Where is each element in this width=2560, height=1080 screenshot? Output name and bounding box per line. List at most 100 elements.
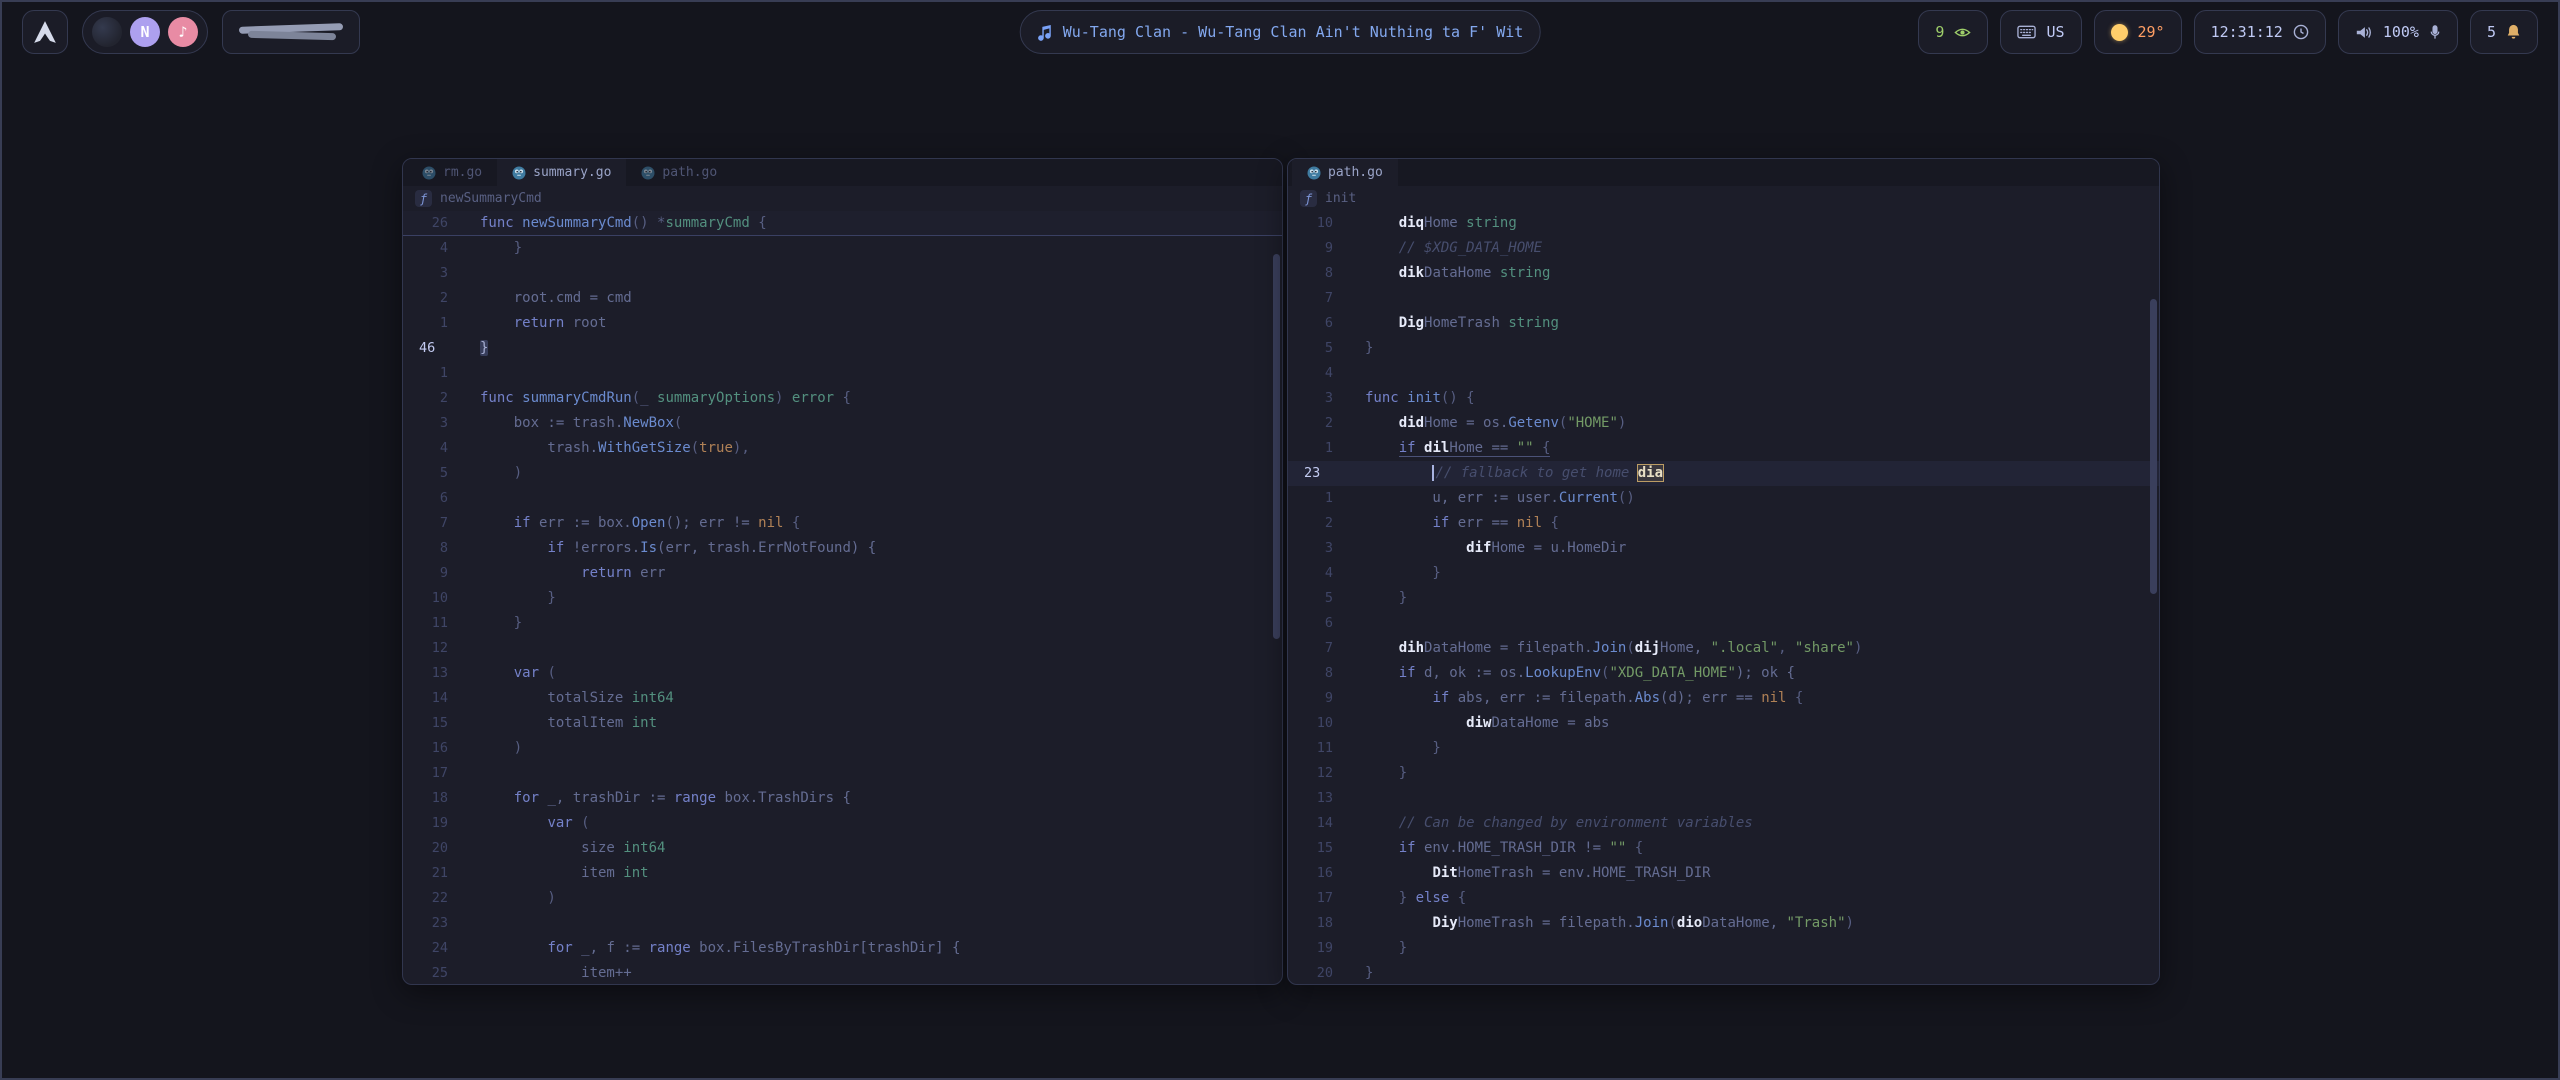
app-icon-2[interactable]: N [130,17,160,47]
line-number: 5 [403,461,465,486]
code-line[interactable]: 2 if err == nil { [1288,511,2159,536]
code-line[interactable]: 11 } [403,611,1282,636]
code-line[interactable]: 9 // $XDG_DATA_HOME [1288,236,2159,261]
scrollbar[interactable] [2150,299,2157,594]
bell-icon [2506,24,2521,40]
line-text: dihDataHome = filepath.Join(dijHome, ".l… [1350,636,2159,661]
code-line[interactable]: 18 for _, trashDir := range box.TrashDir… [403,786,1282,811]
code-line[interactable]: 5} [1288,336,2159,361]
code-line[interactable]: 3 [403,261,1282,286]
code-line[interactable]: 23 // fallback to get home dia [1288,461,2159,486]
context-line[interactable]: 26func newSummaryCmd() *summaryCmd { [403,211,1282,236]
launcher-button[interactable] [22,10,68,54]
line-number: 7 [1288,286,1350,311]
code-line[interactable]: 6 [1288,611,2159,636]
code-line[interactable]: 22 ) [403,886,1282,911]
code-line[interactable]: 1 [403,361,1282,386]
media-player-module[interactable]: Wu-Tang Clan - Wu-Tang Clan Ain't Nuthin… [1020,10,1541,54]
tab-summary.go[interactable]: summary.go [497,159,626,186]
code-line[interactable]: 16 ) [403,736,1282,761]
code-line[interactable]: 19 var ( [403,811,1282,836]
clock-module[interactable]: 12:31:12 [2194,10,2326,54]
eye-icon [1954,24,1971,41]
line-text: item++ [465,961,1282,985]
code-line[interactable]: 11 } [1288,736,2159,761]
code-line[interactable]: 10 diwDataHome = abs [1288,711,2159,736]
code-line[interactable]: 24 for _, f := range box.FilesByTrashDir… [403,936,1282,961]
temperature: 29° [2138,23,2165,41]
eye-count: 9 [1935,23,1944,41]
line-text: } [465,336,1282,361]
line-text [465,261,1282,286]
code-line[interactable]: 18 DiyHomeTrash = filepath.Join(dioDataH… [1288,911,2159,936]
code-line[interactable]: 2 root.cmd = cmd [403,286,1282,311]
code-line[interactable]: 5 } [1288,586,2159,611]
code-line[interactable]: 46} [403,336,1282,361]
line-text: for _, trashDir := range box.TrashDirs { [465,786,1282,811]
code-line[interactable]: 6 DigHomeTrash string [1288,311,2159,336]
code-line[interactable]: 8 if d, ok := os.LookupEnv("XDG_DATA_HOM… [1288,661,2159,686]
code-line[interactable]: 7 dihDataHome = filepath.Join(dijHome, "… [1288,636,2159,661]
code-line[interactable]: 3 difHome = u.HomeDir [1288,536,2159,561]
code-line[interactable]: 9 if abs, err := filepath.Abs(d); err ==… [1288,686,2159,711]
code-area[interactable]: 26func newSummaryCmd() *summaryCmd {4 }3… [403,211,1282,985]
code-line[interactable]: 20} [1288,961,2159,985]
code-line[interactable]: 1 return root [403,311,1282,336]
code-line[interactable]: 13 var ( [403,661,1282,686]
code-line[interactable]: 17 [403,761,1282,786]
code-line[interactable]: 25 item++ [403,961,1282,985]
code-line[interactable]: 4 trash.WithGetSize(true), [403,436,1282,461]
code-line[interactable]: 1 if dilHome == "" { [1288,436,2159,461]
sun-icon [2111,24,2128,41]
code-line[interactable]: 10 } [403,586,1282,611]
app-icon-3[interactable]: ♪ [168,17,198,47]
tab-rm.go[interactable]: rm.go [407,159,497,186]
scrollbar[interactable] [1273,254,1280,639]
line-text: var ( [465,661,1282,686]
code-line[interactable]: 12 [403,636,1282,661]
code-line[interactable]: 12 } [1288,761,2159,786]
code-line[interactable]: 4 } [1288,561,2159,586]
code-line[interactable]: 17 } else { [1288,886,2159,911]
weather-module[interactable]: 29° [2094,10,2182,54]
code-line[interactable]: 14 totalSize int64 [403,686,1282,711]
code-line[interactable]: 16 DitHomeTrash = env.HOME_TRASH_DIR [1288,861,2159,886]
code-line[interactable]: 8 dikDataHome string [1288,261,2159,286]
keyboard-layout-module[interactable]: US [2000,10,2081,54]
tab-path.go[interactable]: path.go [1292,159,1398,186]
redacted-window-title[interactable] [222,10,360,54]
code-line[interactable]: 3func init() { [1288,386,2159,411]
line-text: totalSize int64 [465,686,1282,711]
eye-indicator-module[interactable]: 9 [1918,10,1988,54]
code-line[interactable]: 4 } [403,236,1282,261]
breadcrumb-label: init [1325,191,1356,206]
volume-module[interactable]: 100% [2338,10,2458,54]
code-line[interactable]: 15 totalItem int [403,711,1282,736]
code-line[interactable]: 7 [1288,286,2159,311]
code-line[interactable]: 13 [1288,786,2159,811]
code-line[interactable]: 20 size int64 [403,836,1282,861]
code-line[interactable]: 10 diqHome string [1288,211,2159,236]
code-line[interactable]: 15 if env.HOME_TRASH_DIR != "" { [1288,836,2159,861]
code-line[interactable]: 19 } [1288,936,2159,961]
code-line[interactable]: 6 [403,486,1282,511]
go-file-icon [641,166,655,180]
taskbar: N ♪ [82,10,208,54]
code-line[interactable]: 4 [1288,361,2159,386]
line-number: 11 [1288,736,1350,761]
code-line[interactable]: 2 didHome = os.Getenv("HOME") [1288,411,2159,436]
code-line[interactable]: 23 [403,911,1282,936]
code-line[interactable]: 21 item int [403,861,1282,886]
code-line[interactable]: 7 if err := box.Open(); err != nil { [403,511,1282,536]
code-line[interactable]: 1 u, err := user.Current() [1288,486,2159,511]
code-line[interactable]: 8 if !errors.Is(err, trash.ErrNotFound) … [403,536,1282,561]
code-line[interactable]: 2func summaryCmdRun(_ summaryOptions) er… [403,386,1282,411]
app-icon-1[interactable] [92,17,122,47]
code-line[interactable]: 3 box := trash.NewBox( [403,411,1282,436]
code-area[interactable]: 10 diqHome string9 // $XDG_DATA_HOME8 di… [1288,211,2159,985]
tab-path.go[interactable]: path.go [626,159,732,186]
code-line[interactable]: 14 // Can be changed by environment vari… [1288,811,2159,836]
code-line[interactable]: 9 return err [403,561,1282,586]
notifications-module[interactable]: 5 [2470,10,2538,54]
code-line[interactable]: 5 ) [403,461,1282,486]
